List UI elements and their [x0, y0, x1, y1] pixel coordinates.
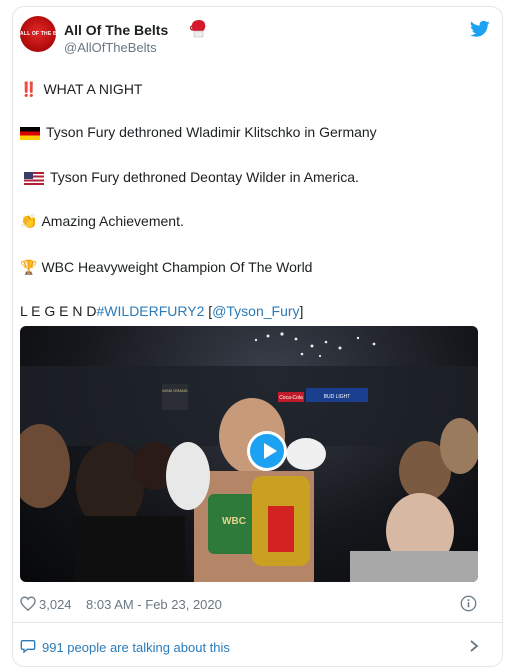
tweet-line-1-text: WHAT A NIGHT	[43, 81, 143, 97]
play-button[interactable]	[247, 431, 287, 471]
ring-sign: MGM GRAND	[162, 388, 187, 393]
heart-icon[interactable]	[20, 596, 36, 611]
avatar[interactable]: ALL OF THE BELTS	[20, 16, 56, 52]
sponsor-1: Coca-Cola	[279, 395, 303, 401]
tweet-line-1: ‼️ WHAT A NIGHT	[20, 80, 142, 98]
reply-bubble-icon	[20, 640, 36, 654]
trophy-icon: 🏆	[20, 259, 38, 275]
clapping-hands-icon: 👏	[20, 213, 38, 229]
video-player[interactable]: MGM GRAND Coca-Cola BUD LIGHT WBC	[20, 326, 478, 582]
tweet-line-4: 👏 Amazing Achievement.	[20, 212, 184, 230]
tweet-line-4-text: Amazing Achievement.	[41, 213, 184, 229]
tweet-meta: 3,024 8:03 AM - Feb 23, 2020	[20, 594, 480, 614]
tweet-line-6: L E G E N D#WILDERFURY2 [@Tyson_Fury]	[20, 302, 303, 320]
hashtag-link[interactable]: #WILDERFURY2	[97, 303, 205, 319]
arena-lights	[254, 332, 376, 358]
tweet-line-3: Tyson Fury dethroned Deontay Wilder in A…	[24, 168, 359, 186]
tweet-line-6-text: L E G E N D	[20, 303, 97, 319]
info-icon[interactable]	[460, 595, 477, 612]
handle[interactable]: @AllOfTheBelts	[64, 40, 157, 55]
timestamp[interactable]: 8:03 AM - Feb 23, 2020	[86, 597, 222, 612]
bracket-close: ]	[299, 303, 304, 319]
double-exclamation-icon: ‼️	[20, 81, 38, 97]
conversation-link[interactable]: 991 people are talking about this	[20, 636, 480, 658]
twitter-bird-icon[interactable]	[470, 20, 490, 38]
tweet-line-3-text: Tyson Fury dethroned Deontay Wilder in A…	[50, 169, 359, 185]
usa-flag-icon	[24, 171, 44, 185]
like-count[interactable]: 3,024	[39, 597, 72, 612]
conversation-label[interactable]: 991 people are talking about this	[42, 640, 230, 655]
divider	[12, 622, 503, 623]
sponsor-2: BUD LIGHT	[324, 394, 351, 400]
tweet-line-2: Tyson Fury dethroned Wladimir Klitschko …	[20, 123, 377, 141]
tweet-line-2-text: Tyson Fury dethroned Wladimir Klitschko …	[46, 124, 377, 140]
display-name[interactable]: All Of The Belts	[64, 22, 168, 38]
belt-text: WBC	[222, 516, 246, 527]
tweet-header: ALL OF THE BELTS All Of The Belts @AllOf…	[20, 16, 490, 60]
boxing-glove-icon	[190, 19, 206, 38]
mention-link[interactable]: @Tyson_Fury	[212, 303, 299, 319]
tweet-line-5-text: WBC Heavyweight Champion Of The World	[41, 259, 313, 275]
chevron-right-icon[interactable]	[468, 639, 480, 653]
tweet-line-5: 🏆 WBC Heavyweight Champion Of The World	[20, 258, 312, 276]
germany-flag-icon	[20, 126, 40, 140]
